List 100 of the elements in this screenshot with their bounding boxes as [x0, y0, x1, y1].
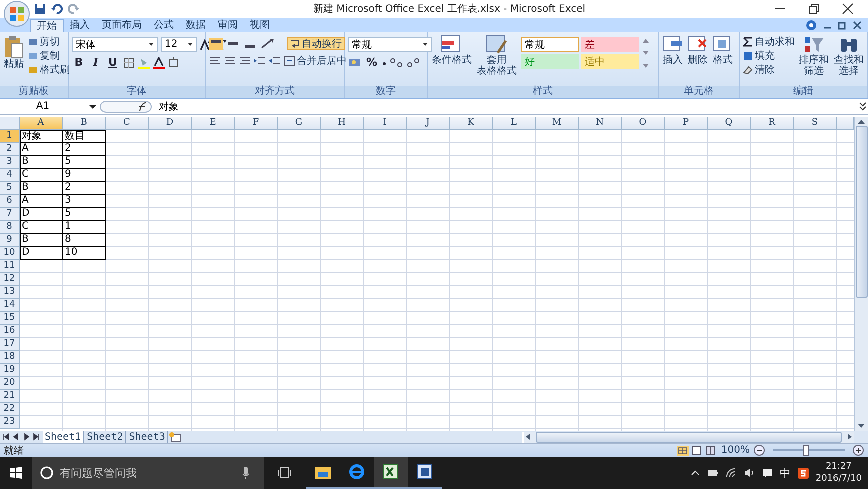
- row-header[interactable]: 23: [0, 416, 20, 429]
- phonetic-icon[interactable]: [168, 56, 180, 68]
- sheet-tab[interactable]: Sheet1: [43, 431, 84, 443]
- clipboard-action[interactable]: 格式刷: [28, 63, 70, 76]
- column-header[interactable]: M: [536, 117, 579, 130]
- more-icon[interactable]: [642, 61, 650, 69]
- row-header[interactable]: 10: [0, 247, 20, 260]
- column-header[interactable]: K: [450, 117, 493, 130]
- indent-icon[interactable]: [269, 56, 281, 66]
- normal-view-icon[interactable]: [677, 446, 690, 456]
- taskbar-app[interactable]: [374, 457, 408, 489]
- row-header[interactable]: 16: [0, 325, 20, 338]
- close-icon[interactable]: [853, 20, 862, 30]
- ribbon-tab[interactable]: 页面布局: [96, 19, 148, 32]
- sort-filter-button[interactable]: 排序和 筛选: [798, 35, 830, 77]
- font-size-field[interactable]: 12: [161, 37, 197, 52]
- column-header[interactable]: F: [235, 117, 278, 130]
- office-button[interactable]: [4, 1, 30, 27]
- currency-icon[interactable]: [348, 57, 362, 68]
- paste-button[interactable]: 粘贴: [3, 35, 25, 70]
- notification-icon[interactable]: [762, 468, 773, 478]
- zoom-out-icon[interactable]: [754, 445, 765, 456]
- battery-icon[interactable]: [706, 468, 719, 478]
- row-header[interactable]: 6: [0, 195, 20, 208]
- align-top-icon[interactable]: [209, 38, 223, 50]
- slider-thumb[interactable]: [802, 445, 809, 456]
- scroll-down-icon[interactable]: [642, 49, 650, 57]
- ribbon-tab[interactable]: 开始: [30, 19, 64, 32]
- name-box[interactable]: A1: [0, 101, 86, 112]
- ribbon-tab[interactable]: 公式: [148, 19, 180, 32]
- cells-button[interactable]: 格式: [712, 35, 734, 66]
- column-header[interactable]: J: [407, 117, 450, 130]
- row-header[interactable]: 22: [0, 403, 20, 416]
- align-text-icon[interactable]: [239, 56, 251, 66]
- indent-icon[interactable]: [254, 56, 266, 66]
- wrap-text-button[interactable]: 自动换行: [287, 37, 345, 50]
- chevron-up-icon[interactable]: [690, 470, 700, 476]
- row-header[interactable]: 18: [0, 351, 20, 364]
- restore-icon[interactable]: [838, 20, 847, 30]
- row-header[interactable]: 20: [0, 377, 20, 390]
- undo-icon[interactable]: [51, 3, 63, 15]
- clipboard-action[interactable]: 剪切: [28, 35, 70, 48]
- sheet-tab[interactable]: Sheet2: [85, 431, 126, 443]
- column-header[interactable]: H: [321, 117, 364, 130]
- scroll-up-icon[interactable]: [642, 37, 650, 45]
- column-header[interactable]: S: [794, 117, 837, 130]
- row-header[interactable]: 14: [0, 299, 20, 312]
- decrease-decimal-icon[interactable]: [407, 58, 421, 68]
- merge-center-button[interactable]: 合并后居中: [284, 54, 347, 67]
- row-header[interactable]: 3: [0, 156, 20, 169]
- font-style-button[interactable]: U: [106, 56, 120, 69]
- conditional-format-button[interactable]: 条件格式: [431, 35, 473, 66]
- cell-style-option[interactable]: 差: [581, 37, 639, 52]
- row-header[interactable]: 1: [0, 130, 20, 143]
- number-format-field[interactable]: 常规: [348, 37, 432, 52]
- task-view-icon[interactable]: [278, 467, 292, 479]
- formula-field[interactable]: 对象: [155, 100, 855, 114]
- editing-action[interactable]: 清除: [743, 63, 795, 76]
- page-layout-icon[interactable]: [691, 446, 704, 456]
- increase-decimal-icon[interactable]: [390, 58, 404, 68]
- row-header[interactable]: 9: [0, 234, 20, 247]
- speaker-icon[interactable]: [744, 468, 755, 478]
- borders-icon[interactable]: [123, 56, 135, 68]
- save-icon[interactable]: [34, 3, 46, 15]
- cells-button[interactable]: 删除: [687, 35, 709, 66]
- ribbon-tab[interactable]: 视图: [244, 19, 276, 32]
- ribbon-tab[interactable]: 数据: [180, 19, 212, 32]
- column-header[interactable]: N: [579, 117, 622, 130]
- column-header[interactable]: G: [278, 117, 321, 130]
- clipboard-action[interactable]: 复制: [28, 49, 70, 62]
- editing-action[interactable]: 自动求和: [743, 35, 795, 48]
- row-header[interactable]: 13: [0, 286, 20, 299]
- sheet-nav-icon[interactable]: [2, 432, 42, 442]
- vertical-scrollbar[interactable]: [854, 117, 868, 431]
- find-select-button[interactable]: 查找和 选择: [833, 35, 865, 77]
- new-sheet-icon[interactable]: [169, 432, 184, 442]
- font-style-button[interactable]: B: [72, 56, 86, 69]
- column-header[interactable]: E: [192, 117, 235, 130]
- percent-button[interactable]: %: [365, 56, 379, 69]
- wifi-icon[interactable]: [726, 468, 737, 478]
- row-header[interactable]: 7: [0, 208, 20, 221]
- restore-icon[interactable]: [808, 3, 820, 15]
- orientation-icon[interactable]: [260, 38, 276, 50]
- row-header[interactable]: 15: [0, 312, 20, 325]
- search-field[interactable]: 有问题尽管问我: [32, 457, 264, 489]
- font-style-button[interactable]: I: [89, 56, 103, 69]
- sogou-icon[interactable]: [798, 468, 809, 478]
- horizontal-scrollbar[interactable]: [522, 432, 854, 442]
- function-icon[interactable]: [100, 100, 152, 112]
- scroll-right-icon[interactable]: [846, 433, 854, 441]
- column-header[interactable]: Q: [708, 117, 751, 130]
- expand-icon[interactable]: [858, 100, 868, 112]
- column-header[interactable]: I: [364, 117, 407, 130]
- align-text-icon[interactable]: [209, 56, 221, 66]
- cells-button[interactable]: 插入: [662, 35, 684, 66]
- fill-color-icon[interactable]: [138, 56, 150, 68]
- column-header[interactable]: P: [665, 117, 708, 130]
- cell-style-option[interactable]: 常规: [521, 37, 579, 52]
- scroll-left-icon[interactable]: [524, 433, 532, 441]
- close-icon[interactable]: [842, 3, 854, 15]
